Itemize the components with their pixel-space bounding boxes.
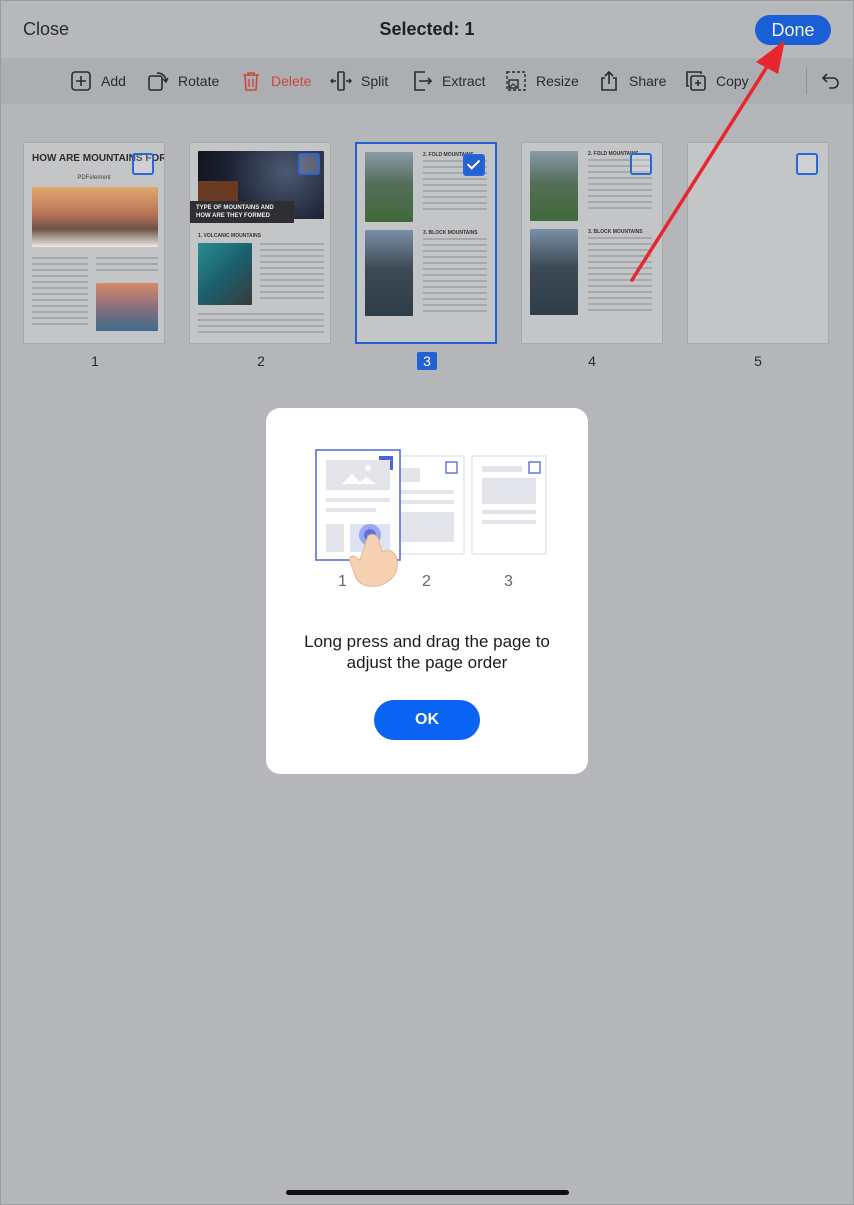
resize-button[interactable]: Resize bbox=[505, 58, 579, 104]
page-3-block-mountain-image bbox=[365, 230, 413, 316]
dialog-message: Long press and drag the page to adjust t… bbox=[266, 631, 588, 673]
trash-icon bbox=[243, 72, 259, 91]
page-5-checkbox[interactable] bbox=[796, 153, 818, 175]
page-thumbnail-1[interactable]: HOW ARE MOUNTAINS FORMED PDFelement bbox=[23, 142, 165, 344]
svg-text:3: 3 bbox=[504, 573, 513, 590]
dialog-message-line-2: adjust the page order bbox=[346, 653, 508, 672]
page-thumbnail-4[interactable]: 2. FOLD MOUNTAINS 3. BLOCK MOUNTAINS bbox=[521, 142, 663, 344]
page-toolbar: Add Rotate Delete Split Extract Resize S… bbox=[0, 58, 854, 104]
split-label: Split bbox=[361, 73, 389, 89]
split-icon bbox=[330, 71, 352, 91]
page-2-subheading: 1. VOLCANIC MOUNTAINS bbox=[198, 233, 261, 239]
rotate-icon bbox=[148, 72, 169, 91]
extract-icon bbox=[414, 71, 433, 91]
add-page-icon bbox=[71, 71, 91, 91]
page-1-text-left bbox=[32, 257, 88, 329]
page-number-4: 4 bbox=[588, 353, 596, 369]
page-1-text-right bbox=[96, 257, 158, 275]
page-3-fold-mountain-image bbox=[365, 152, 413, 222]
page-4-subheading: 3. BLOCK MOUNTAINS bbox=[588, 229, 643, 235]
share-button[interactable]: Share bbox=[598, 58, 666, 104]
delete-label: Delete bbox=[271, 73, 312, 89]
done-button[interactable]: Done bbox=[755, 15, 831, 45]
page-1-lake-image bbox=[96, 283, 158, 331]
page-4-text-bottom bbox=[588, 237, 652, 315]
page-4-fold-mountain-image bbox=[530, 151, 578, 221]
top-bar: Close Selected: 1 Done bbox=[0, 0, 854, 58]
split-button[interactable]: Split bbox=[330, 58, 388, 104]
drag-page-illustration: 1 2 3 bbox=[315, 449, 547, 590]
page-number-1: 1 bbox=[91, 353, 99, 369]
extract-label: Extract bbox=[442, 73, 486, 89]
page-number-3: 3 bbox=[417, 352, 437, 370]
page-thumbnail-3[interactable]: 2. FOLD MOUNTAINS 3. BLOCK MOUNTAINS bbox=[355, 142, 497, 344]
page-2-checkbox[interactable] bbox=[298, 153, 320, 175]
page-thumbnail-2[interactable]: TYPE OF MOUNTAINS AND HOW ARE THEY FORME… bbox=[189, 142, 331, 344]
reorder-hint-dialog: 1 2 3 Long press and drag the page to ad… bbox=[266, 408, 588, 774]
page-number-5: 5 bbox=[754, 353, 762, 369]
undo-icon bbox=[821, 73, 839, 89]
add-button[interactable]: Add bbox=[70, 58, 126, 104]
copy-label: Copy bbox=[716, 73, 749, 89]
page-thumbnail-5[interactable] bbox=[687, 142, 829, 344]
rotate-button[interactable]: Rotate bbox=[147, 58, 219, 104]
page-2-text-bottom bbox=[198, 313, 324, 337]
page-1-mountain-image bbox=[32, 187, 158, 247]
page-3-subheading: 3. BLOCK MOUNTAINS bbox=[423, 230, 478, 236]
page-4-block-mountain-image bbox=[530, 229, 578, 315]
delete-button[interactable]: Delete bbox=[240, 58, 311, 104]
page-2-coast-image bbox=[198, 243, 252, 305]
share-label: Share bbox=[629, 73, 667, 89]
page-number-2: 2 bbox=[257, 353, 265, 369]
dialog-message-line-1: Long press and drag the page to bbox=[304, 632, 550, 651]
resize-icon bbox=[506, 71, 526, 91]
home-indicator bbox=[286, 1190, 569, 1195]
page-3-text-bottom bbox=[423, 238, 487, 316]
copy-button[interactable]: Copy bbox=[685, 58, 749, 104]
resize-label: Resize bbox=[536, 73, 579, 89]
add-label: Add bbox=[101, 73, 126, 89]
page-2-heading: TYPE OF MOUNTAINS AND HOW ARE THEY FORME… bbox=[190, 201, 294, 223]
page-1-checkbox[interactable] bbox=[132, 153, 154, 175]
undo-button[interactable] bbox=[818, 58, 840, 104]
copy-icon bbox=[686, 71, 706, 91]
rotate-label: Rotate bbox=[178, 73, 220, 89]
page-3-checkbox[interactable] bbox=[463, 154, 485, 176]
toolbar-divider bbox=[806, 68, 807, 94]
extract-button[interactable]: Extract bbox=[411, 58, 486, 104]
page-2-text-right bbox=[260, 243, 324, 303]
svg-text:2: 2 bbox=[422, 573, 431, 590]
share-icon bbox=[601, 70, 617, 91]
selection-title: Selected: 1 bbox=[379, 19, 475, 39]
page-1-subheading: PDFelement bbox=[77, 175, 111, 181]
svg-text:1: 1 bbox=[338, 573, 347, 590]
ok-button[interactable]: OK bbox=[374, 700, 480, 740]
page-4-checkbox[interactable] bbox=[630, 153, 652, 175]
